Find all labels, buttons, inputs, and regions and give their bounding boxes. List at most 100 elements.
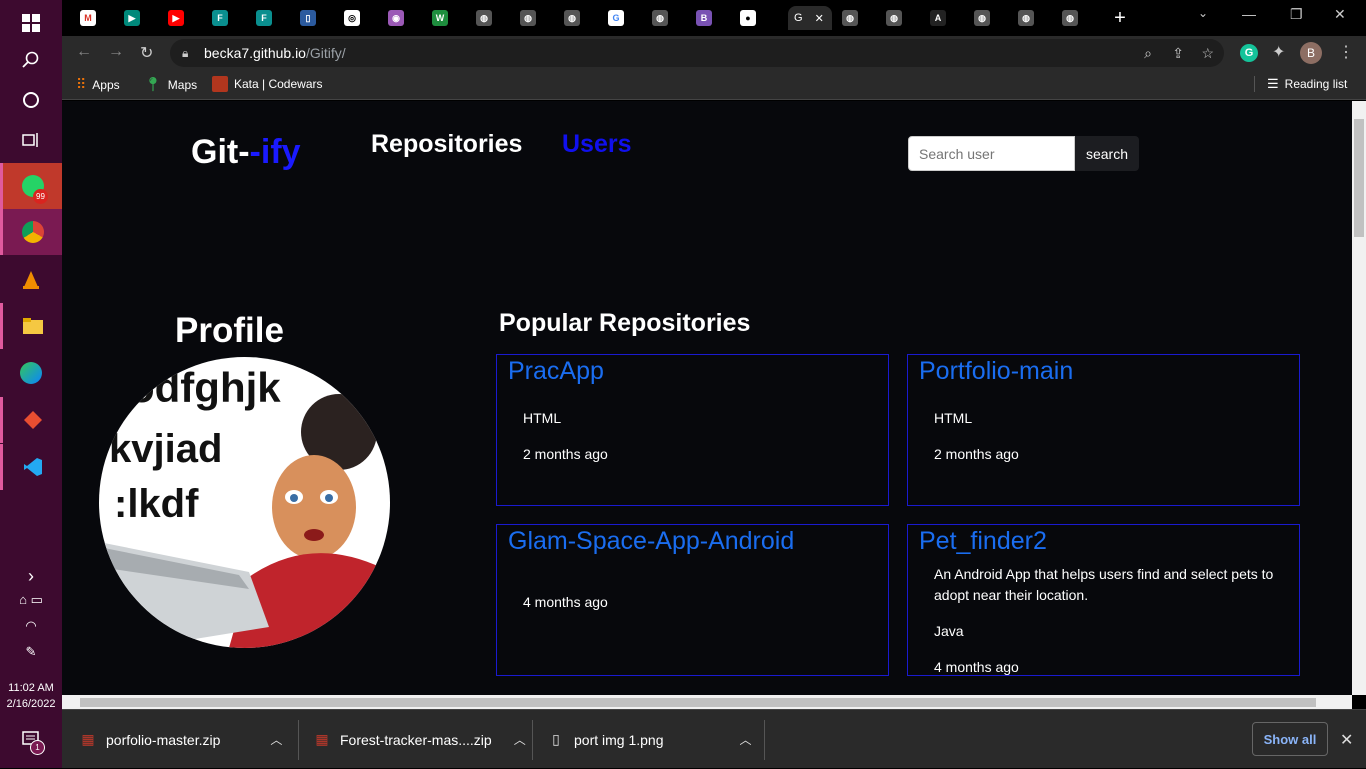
- vscode-icon[interactable]: [0, 444, 62, 490]
- file-explorer-icon[interactable]: [0, 303, 62, 349]
- tab-globe4[interactable]: ◍: [646, 6, 690, 30]
- close-downloads-icon[interactable]: ✕: [1340, 730, 1353, 750]
- repo-card[interactable]: Portfolio-main HTML 2 months ago: [907, 354, 1300, 506]
- bootstrap-icon: B: [696, 10, 712, 26]
- download-item[interactable]: ▯ port img 1.png ︿: [548, 710, 752, 769]
- repo-language: HTML: [934, 410, 973, 426]
- url-path: /Gitify/: [305, 45, 346, 61]
- download-item[interactable]: ▦ porfolio-master.zip ︿: [80, 710, 282, 769]
- maps-pin-icon: 📍︎: [144, 76, 162, 92]
- bookmarks-bar: ⠿ Apps 📍︎ Maps Kata | Codewars ☰ Reading…: [62, 70, 1366, 100]
- bookmark-apps[interactable]: ⠿ Apps: [76, 76, 120, 93]
- tab-youtube[interactable]: ▶: [162, 6, 206, 30]
- swirl-icon: ◉: [388, 10, 404, 26]
- tab-meet[interactable]: ▶: [118, 6, 162, 30]
- globe-icon: ◍: [1018, 10, 1034, 26]
- pen-icon[interactable]: ✎: [0, 632, 62, 672]
- chevron-up-icon[interactable]: ︿: [270, 731, 282, 748]
- site-f-icon: F: [256, 10, 272, 26]
- tab-globe2[interactable]: ◍: [514, 6, 558, 30]
- repo-card[interactable]: Pet_finder2 An Android App that helps us…: [907, 524, 1300, 676]
- horizontal-scroll-thumb[interactable]: [80, 698, 1316, 707]
- profile-avatar-image: odfghjk kvjiad :lkdf: [99, 357, 390, 648]
- git-gui-icon[interactable]: [0, 397, 62, 443]
- svg-text:odfghjk: odfghjk: [129, 364, 281, 411]
- taskbar-clock[interactable]: 11:02 AM 2/16/2022: [0, 680, 62, 712]
- tab-globe6[interactable]: ◍: [880, 6, 924, 30]
- bookmark-maps[interactable]: 📍︎ Maps: [144, 76, 197, 93]
- tab-globe9[interactable]: ◍: [1056, 6, 1100, 30]
- address-bar[interactable]: 🔒︎ becka7.github.io/Gitify/ ⌕ ⇪ ☆: [170, 39, 1224, 67]
- task-view-icon[interactable]: [0, 117, 62, 163]
- tab-site-f1[interactable]: F: [206, 6, 250, 30]
- tab-globe7[interactable]: ◍: [968, 6, 1012, 30]
- tab-globe3[interactable]: ◍: [558, 6, 602, 30]
- menu-kebab-icon[interactable]: ⋮: [1338, 42, 1354, 62]
- tab-bootstrap[interactable]: B: [690, 6, 734, 30]
- repo-card[interactable]: PracApp HTML 2 months ago: [496, 354, 889, 506]
- close-window-icon[interactable]: ✕: [1334, 6, 1346, 23]
- repo-name-link[interactable]: Portfolio-main: [919, 357, 1073, 386]
- whatsapp-icon[interactable]: 99: [0, 163, 62, 209]
- share-icon[interactable]: ⇪: [1172, 39, 1184, 67]
- tab-swirl[interactable]: ◉: [382, 6, 426, 30]
- tab-a[interactable]: A: [924, 6, 968, 30]
- notification-badge: 1: [30, 740, 45, 755]
- tab-github[interactable]: ●: [734, 6, 778, 30]
- bookmark-star-icon[interactable]: ☆: [1201, 39, 1214, 67]
- bookmark-codewars[interactable]: Kata | Codewars: [212, 76, 323, 92]
- globe-icon: ◍: [1062, 10, 1078, 26]
- tab-site-f2[interactable]: F: [250, 6, 294, 30]
- reading-list[interactable]: ☰ Reading list: [1254, 76, 1347, 92]
- chevron-up-icon[interactable]: ︿: [514, 731, 526, 748]
- tab-active-gitify[interactable]: G ✕: [788, 6, 832, 30]
- reading-list-icon: ☰: [1267, 76, 1279, 91]
- back-arrow-icon[interactable]: ←: [76, 43, 92, 61]
- forward-arrow-icon[interactable]: →: [108, 43, 124, 61]
- profile-avatar[interactable]: B: [1300, 42, 1322, 64]
- show-all-button[interactable]: Show all: [1252, 722, 1328, 756]
- search-button[interactable]: search: [1075, 136, 1139, 171]
- windows-taskbar: 99 › ⌂ ▭ ◠ ✎ 11:02 AM 2/16/2022 1: [0, 0, 62, 768]
- restore-icon[interactable]: ❐: [1290, 6, 1303, 23]
- apps-grid-icon: ⠿: [76, 76, 87, 92]
- tab-globe5[interactable]: ◍: [836, 6, 880, 30]
- new-tab-icon[interactable]: +: [1108, 6, 1132, 30]
- zoom-icon[interactable]: ⌕: [1144, 39, 1152, 67]
- tab-google[interactable]: G: [602, 6, 646, 30]
- repo-name-link[interactable]: Pet_finder2: [919, 527, 1047, 556]
- chevron-up-icon[interactable]: ︿: [740, 731, 752, 748]
- tab-gmail[interactable]: M: [74, 6, 118, 30]
- vlc-icon[interactable]: [0, 257, 62, 303]
- grammarly-icon[interactable]: G: [1240, 44, 1258, 62]
- repo-card[interactable]: Glam-Space-App-Android 4 months ago: [496, 524, 889, 676]
- reload-icon[interactable]: ↻: [140, 43, 153, 63]
- repo-name-link[interactable]: PracApp: [508, 357, 604, 386]
- clock-time: 11:02 AM: [8, 682, 54, 694]
- vertical-scroll-thumb[interactable]: [1354, 119, 1364, 237]
- chrome-icon[interactable]: [0, 209, 62, 255]
- brand-logo[interactable]: Git--ify: [191, 133, 301, 172]
- tab-globe8[interactable]: ◍: [1012, 6, 1056, 30]
- tab-site-blue[interactable]: ▯: [294, 6, 338, 30]
- extensions-icon[interactable]: ✦: [1272, 42, 1285, 62]
- vertical-scrollbar[interactable]: [1352, 101, 1366, 695]
- search-user-input[interactable]: [908, 136, 1075, 171]
- download-item[interactable]: ▦ Forest-tracker-mas....zip ︿: [314, 710, 526, 769]
- close-tab-icon[interactable]: ✕: [815, 12, 824, 25]
- repo-updated: 2 months ago: [523, 446, 608, 462]
- notification-center-icon[interactable]: 1: [0, 716, 62, 762]
- nav-users[interactable]: Users: [562, 130, 632, 159]
- bookmark-label: Kata | Codewars: [234, 77, 323, 91]
- tab-globe1[interactable]: ◍: [470, 6, 514, 30]
- minimize-icon[interactable]: —: [1242, 6, 1256, 22]
- nav-repositories[interactable]: Repositories: [371, 130, 522, 159]
- tab-w[interactable]: W: [426, 6, 470, 30]
- page-content: Git--ify Repositories Users search Profi…: [62, 101, 1352, 695]
- tab-openai[interactable]: ◎: [338, 6, 382, 30]
- tab-search-chevron-icon[interactable]: ⌄: [1198, 6, 1208, 20]
- edge-icon[interactable]: [0, 350, 62, 396]
- repo-updated: 4 months ago: [934, 659, 1019, 675]
- repo-name-link[interactable]: Glam-Space-App-Android: [508, 527, 794, 556]
- horizontal-scrollbar[interactable]: [62, 695, 1352, 709]
